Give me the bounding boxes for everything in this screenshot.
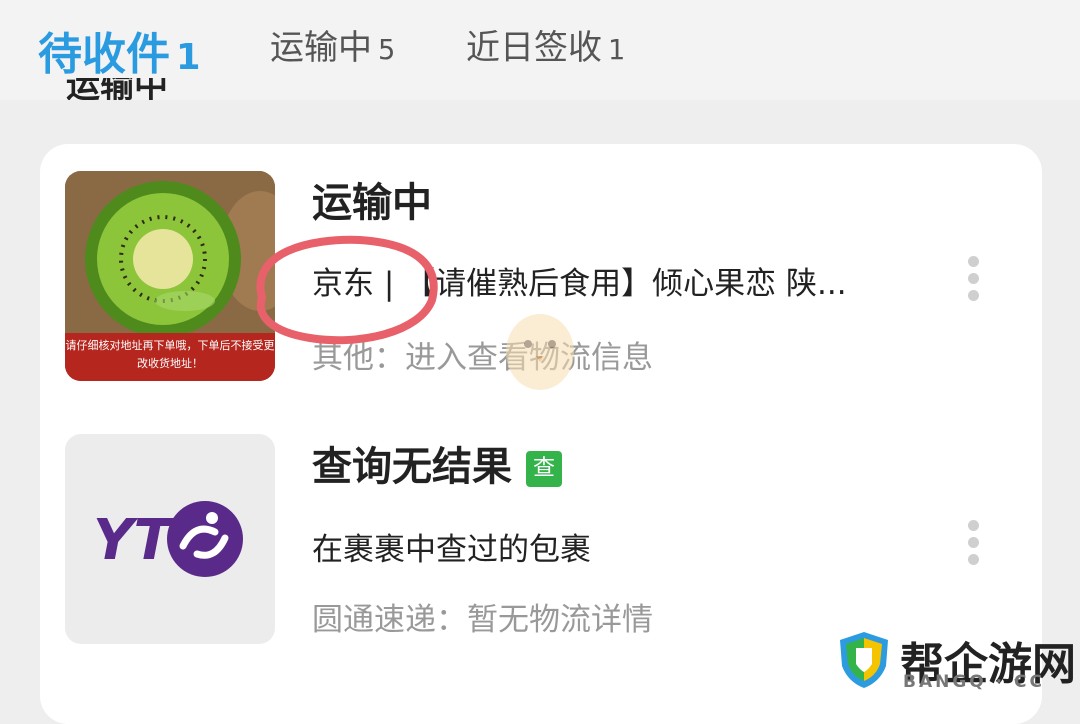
query-badge: 查 bbox=[526, 451, 562, 487]
tab-recently-signed-count: 1 bbox=[608, 35, 626, 66]
thumbnail-caption: 请仔细核对地址再下单哦，下单后不接受更改收货地址！ bbox=[65, 333, 275, 381]
package-status: 查询无结果查 bbox=[312, 434, 562, 492]
tab-pending-label: 待收件 bbox=[38, 29, 170, 80]
tab-pending-count: 1 bbox=[176, 37, 201, 78]
tab-pending[interactable]: 待收件 1 bbox=[38, 18, 200, 82]
section-heading: 运输中 bbox=[66, 78, 168, 100]
package-status-label: 查询无结果 bbox=[312, 444, 512, 490]
tab-recently-signed[interactable]: 近日签收 1 bbox=[466, 20, 625, 69]
package-title[interactable]: 在裹裹中查过的包裹 bbox=[312, 524, 591, 569]
tab-in-transit-label: 运输中 bbox=[270, 28, 372, 68]
logo-text: YT bbox=[93, 508, 176, 573]
package-detail[interactable]: 其他：进入查看物流信息 bbox=[312, 332, 653, 377]
watermark-subtitle: BANGQ · CC bbox=[903, 672, 1045, 692]
yto-logo: YT bbox=[93, 501, 243, 577]
yto-logo-thumbnail[interactable]: YT bbox=[65, 434, 275, 644]
package-detail[interactable]: 圆通速递：暂无物流详情 bbox=[312, 594, 653, 639]
package-status: 运输中 bbox=[312, 180, 432, 226]
tab-recently-signed-label: 近日签收 bbox=[466, 28, 602, 68]
tab-in-transit-count: 5 bbox=[378, 35, 396, 66]
tab-in-transit[interactable]: 运输中 5 bbox=[270, 20, 395, 69]
more-vertical-icon[interactable] bbox=[968, 520, 980, 571]
package-title[interactable]: 京东 | 【请催熟后食用】倾心果恋 陕... bbox=[312, 258, 847, 303]
more-vertical-icon[interactable] bbox=[968, 256, 980, 307]
shield-logo-icon bbox=[840, 632, 888, 688]
kiwi-thumbnail[interactable]: 请仔细核对地址再下单哦，下单后不接受更改收货地址！ bbox=[65, 171, 275, 381]
